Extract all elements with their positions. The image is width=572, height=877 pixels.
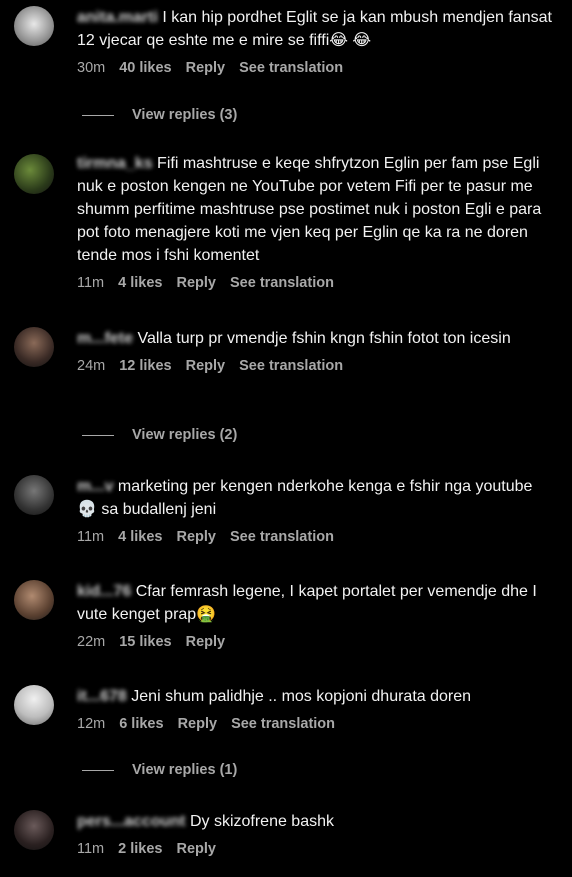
comment-text: m...v marketing per kengen nderkohe keng…: [77, 475, 554, 521]
likes-count[interactable]: 6 likes: [119, 716, 163, 732]
comment-meta: 11m 2 likes Reply: [77, 841, 554, 857]
comment-meta: 12m 6 likes Reply See translation: [77, 716, 554, 732]
comment-meta: 11m 4 likes Reply See translation: [77, 529, 554, 545]
avatar[interactable]: [14, 685, 54, 725]
comment-username[interactable]: m...fete: [77, 330, 133, 347]
avatar[interactable]: [14, 810, 54, 850]
reply-button[interactable]: Reply: [176, 275, 216, 291]
comment-text: anita.marti I kan hip pordhet Eglit se j…: [77, 6, 554, 52]
reply-button[interactable]: Reply: [178, 716, 218, 732]
view-replies-label: View replies (2): [132, 427, 238, 443]
divider-line: [82, 114, 114, 116]
reply-button[interactable]: Reply: [186, 358, 226, 374]
reply-button[interactable]: Reply: [186, 60, 226, 76]
see-translation-button[interactable]: See translation: [231, 716, 335, 732]
likes-count[interactable]: 2 likes: [118, 841, 162, 857]
likes-count[interactable]: 12 likes: [119, 358, 171, 374]
comment-body: Valla turp pr vmendje fshin kngn fshin f…: [137, 330, 511, 347]
avatar[interactable]: [14, 475, 54, 515]
comment-text: it...678 Jeni shum palidhje .. mos kopjo…: [77, 685, 554, 708]
likes-count[interactable]: 15 likes: [119, 634, 171, 650]
comment-meta: 22m 15 likes Reply: [77, 634, 554, 650]
avatar[interactable]: [14, 580, 54, 620]
comment-meta: 30m 40 likes Reply See translation: [77, 60, 554, 76]
reply-button[interactable]: Reply: [176, 841, 216, 857]
reply-button[interactable]: Reply: [176, 529, 216, 545]
see-translation-button[interactable]: See translation: [239, 358, 343, 374]
comment-body: marketing per kengen nderkohe kenga e fs…: [77, 478, 533, 518]
comment-time: 11m: [77, 529, 105, 545]
see-translation-button[interactable]: See translation: [239, 60, 343, 76]
comment-time: 11m: [77, 841, 105, 857]
comment-username[interactable]: anita.marti: [77, 9, 158, 26]
comment-time: 12m: [77, 716, 106, 732]
comment-time: 22m: [77, 634, 106, 650]
avatar[interactable]: [14, 6, 54, 46]
divider-line: [82, 769, 114, 771]
comment-body: Cfar femrash legene, I kapet portalet pe…: [77, 583, 537, 623]
comment-text: tirmna_ks Fifi mashtruse e keqe shfrytzo…: [77, 152, 554, 267]
comment-text: kid...76 Cfar femrash legene, I kapet po…: [77, 580, 554, 626]
comment-body: Jeni shum palidhje .. mos kopjoni dhurat…: [131, 688, 472, 705]
view-replies-button[interactable]: View replies (2): [82, 427, 237, 443]
comment-username[interactable]: pers...account: [77, 813, 185, 830]
comment-body: Dy skizofrene bashk: [189, 813, 334, 830]
likes-count[interactable]: 4 likes: [118, 529, 162, 545]
comment-time: 24m: [77, 358, 106, 374]
comment-text: m...fete Valla turp pr vmendje fshin kng…: [77, 327, 554, 350]
see-translation-button[interactable]: See translation: [230, 529, 334, 545]
see-translation-button[interactable]: See translation: [230, 275, 334, 291]
reply-button[interactable]: Reply: [186, 634, 226, 650]
comment-meta: 24m 12 likes Reply See translation: [77, 358, 554, 374]
comment-time: 11m: [77, 275, 105, 291]
comment-username[interactable]: it...678: [77, 688, 127, 705]
avatar[interactable]: [14, 327, 54, 367]
view-replies-button[interactable]: View replies (3): [82, 107, 237, 123]
comment-time: 30m: [77, 60, 106, 76]
comment-text: pers...account Dy skizofrene bashk: [77, 810, 554, 833]
divider-line: [82, 434, 114, 436]
likes-count[interactable]: 40 likes: [119, 60, 171, 76]
comment-username[interactable]: m...v: [77, 478, 113, 495]
view-replies-button[interactable]: View replies (1): [82, 762, 237, 778]
avatar[interactable]: [14, 154, 54, 194]
comment-username[interactable]: kid...76: [77, 583, 131, 600]
comment-username[interactable]: tirmna_ks: [77, 155, 153, 172]
view-replies-label: View replies (1): [132, 762, 238, 778]
view-replies-label: View replies (3): [132, 107, 238, 123]
comment-meta: 11m 4 likes Reply See translation: [77, 275, 554, 291]
likes-count[interactable]: 4 likes: [118, 275, 162, 291]
